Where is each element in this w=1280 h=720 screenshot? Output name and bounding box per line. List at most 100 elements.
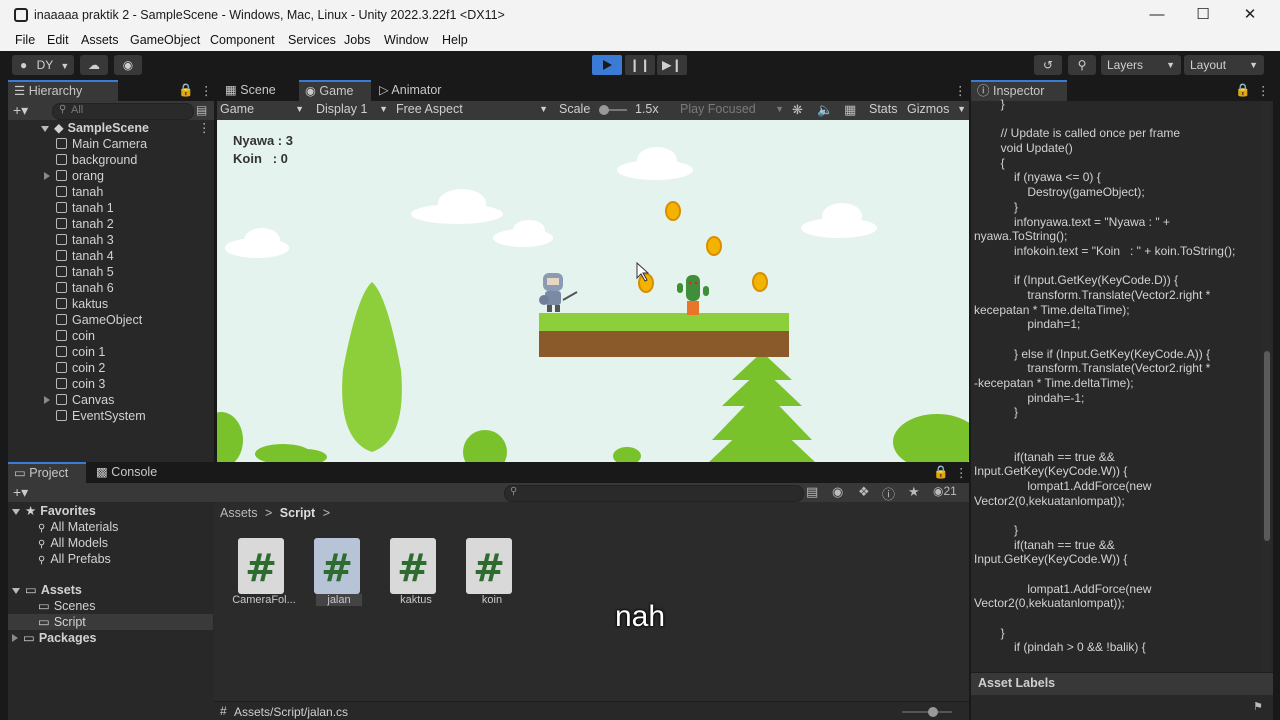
hierarchy-item[interactable]: tanah	[56, 184, 103, 200]
hierarchy-item[interactable]: coin	[56, 328, 95, 344]
account-dropdown[interactable]: ● DY ▼	[12, 55, 74, 75]
packages-node[interactable]: ▭ Packages	[12, 630, 97, 646]
favorite-item[interactable]: ⚲ All Materials	[38, 519, 118, 535]
lock-icon[interactable]: 🔒	[1235, 83, 1251, 98]
scale-slider-handle[interactable]	[599, 105, 609, 115]
file-item[interactable]: # kaktus	[378, 538, 454, 606]
breadcrumb-current[interactable]: Script	[280, 506, 315, 520]
tab-console[interactable]: ▩ Console	[90, 462, 170, 483]
display-dropdown[interactable]: Display 1 ▼	[316, 102, 388, 116]
expand-arrow-icon[interactable]	[44, 172, 50, 180]
scale-slider[interactable]	[599, 105, 627, 115]
more-icon[interactable]: ⋮	[955, 465, 968, 480]
hierarchy-item[interactable]: Canvas	[44, 392, 114, 408]
add-icon[interactable]: +▾	[13, 102, 28, 119]
hierarchy-item[interactable]: coin 1	[56, 344, 105, 360]
menu-jobs[interactable]: Jobs	[344, 33, 370, 47]
menu-edit[interactable]: Edit	[47, 33, 69, 47]
tab-project[interactable]: ▭ Project	[8, 462, 86, 483]
menu-file[interactable]: File	[15, 33, 35, 47]
label-icon[interactable]: ❖	[858, 484, 870, 500]
search-by-type-icon[interactable]: ▤	[806, 484, 818, 500]
hierarchy-item[interactable]: orang	[44, 168, 104, 184]
tab-scene[interactable]: ▦ Scene	[219, 80, 299, 101]
inspector-scrollbar[interactable]	[1262, 101, 1271, 673]
file-item[interactable]: # CameraFol...	[226, 538, 302, 606]
favorite-icon[interactable]: ★	[908, 484, 920, 500]
scene-root[interactable]: ◆ SampleScene	[41, 120, 149, 136]
warning-icon[interactable]: ⓘ	[882, 484, 895, 503]
more-icon[interactable]: ⋮	[1257, 83, 1270, 98]
icon-size-slider-handle[interactable]	[928, 707, 938, 717]
menu-assets[interactable]: Assets	[81, 33, 119, 47]
hierarchy-search-input[interactable]: ⚲ All	[52, 103, 194, 120]
tab-hierarchy[interactable]: ☰ Hierarchy	[8, 80, 118, 101]
lock-icon[interactable]: 🔒	[178, 83, 194, 98]
layers-dropdown[interactable]: Layers ▼	[1101, 55, 1181, 75]
more-icon[interactable]: ⋮	[954, 83, 967, 98]
minimize-button[interactable]: —	[1142, 4, 1172, 26]
favorite-item[interactable]: ⚲ All Models	[38, 535, 108, 551]
expand-arrow-icon[interactable]	[41, 126, 49, 132]
tab-animator[interactable]: ▷ Animator	[373, 80, 463, 101]
hierarchy-item[interactable]: GameObject	[56, 312, 142, 328]
hierarchy-item[interactable]: tanah 3	[56, 232, 114, 248]
hierarchy-item[interactable]: coin 3	[56, 376, 105, 392]
menu-window[interactable]: Window	[384, 33, 428, 47]
menu-gameobject[interactable]: GameObject	[130, 33, 200, 47]
hierarchy-item[interactable]: Main Camera	[56, 136, 147, 152]
scene-search-icon[interactable]: ▤	[196, 103, 207, 117]
expand-arrow-icon[interactable]	[44, 396, 50, 404]
search-icon[interactable]: ⚲	[1068, 55, 1096, 75]
audio-icon[interactable]: 🔈	[817, 102, 833, 118]
game-viewport[interactable]: Nyawa : 3 Koin : 0	[217, 120, 969, 462]
hierarchy-item[interactable]: tanah 1	[56, 200, 114, 216]
hierarchy-item[interactable]: tanah 6	[56, 280, 114, 296]
project-search-input[interactable]: ⚲	[504, 485, 804, 502]
more-icon[interactable]: ⋮	[200, 83, 213, 98]
pause-button[interactable]: ❙❙	[625, 55, 655, 75]
history-icon[interactable]: ↺	[1034, 55, 1062, 75]
hierarchy-item[interactable]: coin 2	[56, 360, 105, 376]
stats-button[interactable]: Stats	[869, 102, 898, 116]
menu-help[interactable]: Help	[442, 33, 468, 47]
icon-size-slider[interactable]	[902, 707, 952, 717]
hierarchy-item[interactable]: tanah 2	[56, 216, 114, 232]
file-item[interactable]: # koin	[454, 538, 530, 606]
hierarchy-item[interactable]: EventSystem	[56, 408, 146, 424]
add-icon[interactable]: +▾	[13, 484, 28, 501]
maximize-button[interactable]: ☐	[1188, 4, 1218, 26]
menu-component[interactable]: Component	[210, 33, 275, 47]
file-item-selected[interactable]: # jalan	[302, 538, 362, 606]
tag-icon[interactable]: ⚑	[1253, 700, 1263, 713]
layout-dropdown[interactable]: Layout ▼	[1184, 55, 1264, 75]
favorite-item[interactable]: ⚲ All Prefabs	[38, 551, 111, 567]
assets-node[interactable]: ▭ Assets	[12, 582, 82, 598]
play-focused-dropdown[interactable]: Play Focused ▼	[680, 102, 784, 116]
step-button[interactable]: ▶❙	[657, 55, 687, 75]
tab-game[interactable]: ◉ Game	[299, 80, 371, 101]
game-mode-dropdown[interactable]: Game ▼	[220, 102, 304, 116]
hierarchy-item[interactable]: tanah 4	[56, 248, 114, 264]
keyboard-icon[interactable]: ▦	[844, 102, 856, 118]
scene-more-icon[interactable]: ⋮	[198, 120, 211, 135]
menu-services[interactable]: Services	[288, 33, 336, 47]
asset-labels-bar[interactable]: Asset Labels	[971, 672, 1273, 695]
gizmos-dropdown[interactable]: Gizmos ▼	[907, 102, 969, 116]
hierarchy-item[interactable]: kaktus	[56, 296, 108, 312]
folder-scenes[interactable]: ▭ Scenes	[38, 598, 96, 614]
hidden-packages-icon[interactable]: ◉21	[933, 484, 957, 498]
filter-icon[interactable]: ◉	[832, 484, 843, 500]
cloud-icon[interactable]: ☁	[80, 55, 108, 75]
hierarchy-item[interactable]: background	[56, 152, 137, 168]
hierarchy-item[interactable]: tanah 5	[56, 264, 114, 280]
scrollbar-thumb[interactable]	[1264, 351, 1270, 541]
lock-icon[interactable]: 🔒	[933, 465, 949, 480]
collab-icon[interactable]: ◉	[114, 55, 142, 75]
favorites-node[interactable]: ★ Favorites	[12, 503, 96, 519]
close-button[interactable]: ✕	[1235, 4, 1265, 26]
bug-icon[interactable]: ❋	[792, 102, 803, 118]
play-button[interactable]	[592, 55, 622, 75]
folder-script[interactable]: ▭ Script	[8, 614, 213, 630]
breadcrumb-root[interactable]: Assets	[220, 506, 258, 520]
